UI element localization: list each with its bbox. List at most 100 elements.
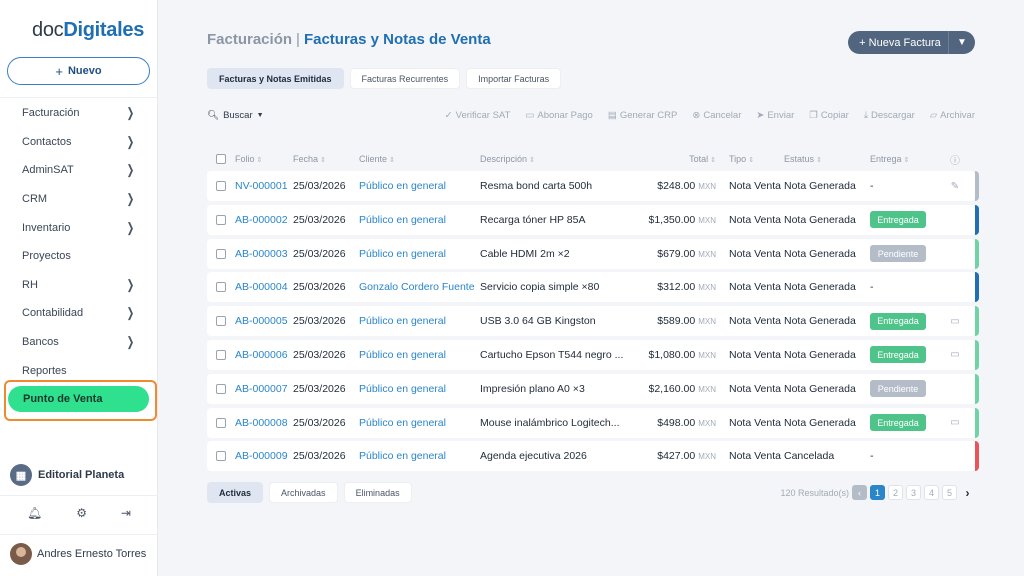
delivery-cell: Pendiente [870, 245, 940, 263]
table-row[interactable]: NV-000001 25/03/2026 Público en general Res… [207, 171, 979, 201]
client-link[interactable]: Público en general [359, 214, 480, 226]
table-row[interactable]: AB-000002 25/03/2026 Público en general Rec… [207, 204, 979, 235]
client-link[interactable]: Público en general [359, 180, 480, 192]
table-row[interactable]: AB-000003 25/03/2026 Público en general Cab… [207, 238, 979, 269]
client-link[interactable]: Público en general [359, 383, 480, 395]
tab-0[interactable]: Facturas y Notas Emitidas [207, 68, 344, 89]
user-profile[interactable]: Andres Ernesto Torres [10, 543, 146, 565]
delivery-badge[interactable]: Entregada [870, 414, 926, 432]
delivery-badge[interactable]: Entregada [870, 346, 926, 364]
client-link[interactable]: Público en general [359, 315, 480, 327]
client-link[interactable]: Público en general [359, 248, 480, 260]
filter-tab-eliminadas[interactable]: Eliminadas [343, 482, 412, 503]
folio-link[interactable]: AB-000009 [235, 450, 293, 462]
row-checkbox[interactable] [216, 349, 226, 360]
table-row[interactable]: AB-000009 25/03/2026 Público en general Age… [207, 441, 979, 472]
folio-link[interactable]: AB-000002 [235, 214, 293, 226]
delivery-badge[interactable]: Pendiente [870, 380, 926, 398]
client-link[interactable]: Público en general [359, 349, 480, 361]
app-logo[interactable]: docDigitales [32, 19, 144, 42]
sidebar-item-proyectos[interactable]: Proyectos [0, 242, 158, 271]
client-link[interactable]: Público en general [359, 450, 480, 462]
bell-icon[interactable]: 🔔︎ [27, 506, 42, 520]
column-header-5[interactable]: Tipo ⇕ [716, 154, 784, 164]
table-row[interactable]: AB-000008 25/03/2026 Público en general Mou… [207, 407, 979, 438]
column-header-7[interactable]: Entrega ⇕ [870, 154, 940, 164]
page-button[interactable]: 1 [870, 485, 885, 500]
delivery-badge[interactable]: Entregada [870, 211, 926, 229]
card-icon[interactable]: ▭ [950, 349, 959, 360]
action-1[interactable]: ▭ Abonar Pago [525, 110, 592, 121]
table-row[interactable]: AB-000007 25/03/2026 Público en general Imp… [207, 373, 979, 404]
page-button[interactable]: 3 [906, 485, 921, 500]
row-checkbox[interactable] [216, 417, 226, 428]
pencil-icon[interactable]: ✎ [951, 181, 959, 192]
search-dropdown[interactable]: 🔍︎ Buscar ▼ [207, 110, 264, 121]
folio-link[interactable]: AB-000004 [235, 281, 293, 293]
folio-link[interactable]: AB-000005 [235, 315, 293, 327]
sidebar-item-punto-de-venta[interactable]: Punto de Venta [8, 386, 149, 412]
new-button[interactable]: + Nuevo [7, 57, 150, 85]
sidebar-item-contactos[interactable]: Contactos ❯ [0, 128, 158, 157]
sidebar-item-inventario[interactable]: Inventario ❯ [0, 213, 158, 242]
column-header-2[interactable]: Cliente ⇕ [359, 154, 480, 164]
row-checkbox[interactable] [216, 451, 226, 462]
column-header-0[interactable]: Folio ⇕ [235, 154, 293, 164]
client-link[interactable]: Gonzalo Cordero Fuente [359, 281, 480, 293]
chevron-down-icon[interactable]: ▼ [948, 31, 975, 54]
action-7[interactable]: ▱ Archivar [930, 110, 975, 121]
new-invoice-button[interactable]: + Nueva Factura ▼ [848, 31, 975, 54]
action-0[interactable]: ✓ Verificar SAT [445, 110, 511, 121]
card-icon[interactable]: ▭ [950, 316, 959, 327]
delivery-badge[interactable]: Pendiente [870, 245, 926, 263]
card-icon[interactable]: ▭ [950, 417, 959, 428]
table-row[interactable]: AB-000004 25/03/2026 Gonzalo Cordero Fuent… [207, 272, 979, 303]
sidebar-item-facturación[interactable]: Facturación ❯ [0, 99, 158, 128]
sidebar-item-rh[interactable]: RH ❯ [0, 271, 158, 300]
logout-icon[interactable]: ⇥ [121, 506, 131, 520]
column-header-4[interactable]: Total ⇕ [628, 154, 716, 164]
status-cell: Nota Generada [784, 247, 856, 260]
page-button[interactable]: 4 [924, 485, 939, 500]
action-6[interactable]: ⤓ Descargar [864, 110, 915, 121]
column-header-3[interactable]: Descripción ⇕ [480, 154, 628, 164]
folio-link[interactable]: AB-000007 [235, 383, 293, 395]
delivery-badge[interactable]: Entregada [870, 312, 926, 330]
select-all-checkbox[interactable] [216, 154, 226, 164]
folio-link[interactable]: AB-000006 [235, 349, 293, 361]
row-checkbox[interactable] [216, 316, 226, 327]
row-checkbox[interactable] [216, 181, 226, 191]
folio-link[interactable]: AB-000003 [235, 248, 293, 260]
row-checkbox[interactable] [216, 383, 226, 394]
table-row[interactable]: AB-000005 25/03/2026 Público en general USB… [207, 306, 979, 337]
send-icon: ➤ [756, 110, 765, 121]
tab-1[interactable]: Facturas Recurrentes [349, 68, 461, 89]
page-button[interactable]: 5 [942, 485, 957, 500]
action-5[interactable]: ❐ Copiar [809, 110, 849, 121]
action-4[interactable]: ➤ Enviar [756, 110, 794, 121]
folio-link[interactable]: NV-000001 [235, 180, 293, 192]
client-link[interactable]: Público en general [359, 417, 480, 429]
folio-link[interactable]: AB-000008 [235, 417, 293, 429]
sidebar-item-crm[interactable]: CRM ❯ [0, 185, 158, 214]
filter-tab-activas[interactable]: Activas [207, 482, 264, 503]
page-button[interactable]: 2 [888, 485, 903, 500]
column-header-6[interactable]: Estatus ⇕ [784, 154, 870, 164]
sort-icon: ⇕ [256, 157, 263, 164]
filter-tab-archivadas[interactable]: Archivadas [269, 482, 338, 503]
sidebar-item-contabilidad[interactable]: Contabilidad ❯ [0, 299, 158, 328]
row-checkbox[interactable] [216, 282, 226, 293]
column-header-1[interactable]: Fecha ⇕ [293, 154, 359, 164]
tab-2[interactable]: Importar Facturas [466, 68, 562, 89]
row-checkbox[interactable] [216, 248, 226, 259]
company-selector[interactable]: ▦ Editorial Planeta [10, 464, 124, 486]
action-3[interactable]: ⊗ Cancelar [692, 110, 741, 121]
table-row[interactable]: AB-000006 25/03/2026 Público en general Car… [207, 339, 979, 370]
sidebar-item-adminsat[interactable]: AdminSAT ❯ [0, 156, 158, 185]
prev-page-button[interactable]: ‹ [852, 485, 867, 500]
next-page-button[interactable]: › [960, 485, 975, 500]
row-checkbox[interactable] [216, 214, 226, 225]
action-2[interactable]: ▤ Generar CRP [608, 110, 678, 121]
gear-icon[interactable]: ⚙ [76, 506, 87, 520]
sidebar-item-bancos[interactable]: Bancos ❯ [0, 328, 158, 357]
